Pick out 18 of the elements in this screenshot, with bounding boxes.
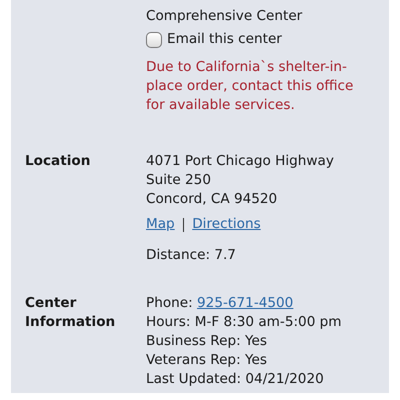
phone-link[interactable]: 925-671-4500 <box>197 295 294 311</box>
link[interactable]: Directions <box>192 215 261 234</box>
detail-text: Business Rep: Yes <box>146 332 267 351</box>
section-label: Location <box>25 152 92 171</box>
notice-text: Due to California`s shelter-in-place order, contact this office for available services. <box>146 58 354 115</box>
link[interactable]: Map <box>146 215 175 234</box>
checkbox-label[interactable]: Email this center <box>167 30 282 49</box>
detail-text: Hours: M-F 8:30 am-5:00 pm <box>146 313 342 332</box>
detail-text: Suite 250 <box>146 171 211 190</box>
detail-text: Concord, CA 94520 <box>146 190 278 209</box>
detail-text: 4071 Port Chicago Highway <box>146 152 334 171</box>
section-label: Center Information <box>25 294 116 332</box>
checkbox[interactable] <box>146 32 162 48</box>
detail-text: Distance: 7.7 <box>146 246 236 265</box>
center-type: Comprehensive Center <box>146 7 302 26</box>
detail-text: Last Updated: 04/21/2020 <box>146 370 324 389</box>
detail-text: Phone: 925-671-4500 <box>146 294 294 313</box>
detail-text: Veterans Rep: Yes <box>146 351 267 370</box>
